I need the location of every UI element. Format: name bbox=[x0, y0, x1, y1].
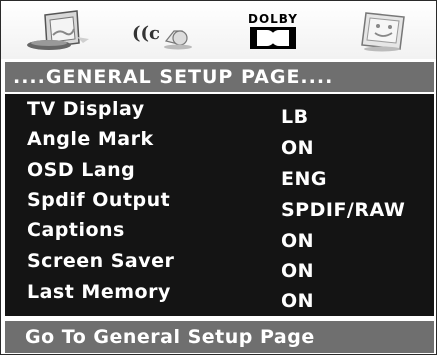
general-setup-icon[interactable] bbox=[23, 9, 103, 53]
menu-item-osd-lang[interactable]: OSD Lang bbox=[27, 159, 135, 181]
page-title: ....GENERAL SETUP PAGE.... bbox=[5, 62, 434, 92]
settings-menu: TV Display LB Angle Mark ON OSD Lang ENG… bbox=[5, 94, 434, 316]
setup-icon-bar: ((c DOLBY bbox=[1, 1, 436, 59]
menu-value-spdif-output: SPDIF/RAW bbox=[281, 199, 406, 221]
menu-value-angle-mark: ON bbox=[281, 137, 315, 159]
audio-setup-icon[interactable]: ((c bbox=[126, 9, 206, 53]
menu-value-captions: ON bbox=[281, 230, 315, 252]
dolby-setup-icon[interactable]: DOLBY bbox=[237, 9, 317, 53]
menu-item-screen-saver[interactable]: Screen Saver bbox=[27, 250, 174, 272]
menu-item-tv-display[interactable]: TV Display bbox=[27, 98, 145, 120]
status-bar: Go To General Setup Page bbox=[5, 321, 434, 353]
menu-item-spdif-output[interactable]: Spdif Output bbox=[27, 189, 170, 211]
setup-menu-window: ((c DOLBY ....GENERAL SETUP PAGE.... TV … bbox=[0, 0, 437, 355]
menu-value-last-memory: ON bbox=[281, 290, 315, 312]
menu-item-last-memory[interactable]: Last Memory bbox=[27, 281, 171, 303]
preference-setup-icon[interactable] bbox=[352, 9, 422, 53]
menu-item-captions[interactable]: Captions bbox=[27, 219, 125, 241]
menu-item-angle-mark[interactable]: Angle Mark bbox=[27, 128, 154, 150]
menu-value-tv-display: LB bbox=[281, 106, 309, 128]
audio-icon-glyph: ((c bbox=[132, 23, 160, 44]
menu-value-osd-lang: ENG bbox=[281, 168, 327, 190]
menu-value-screen-saver: ON bbox=[281, 260, 315, 282]
